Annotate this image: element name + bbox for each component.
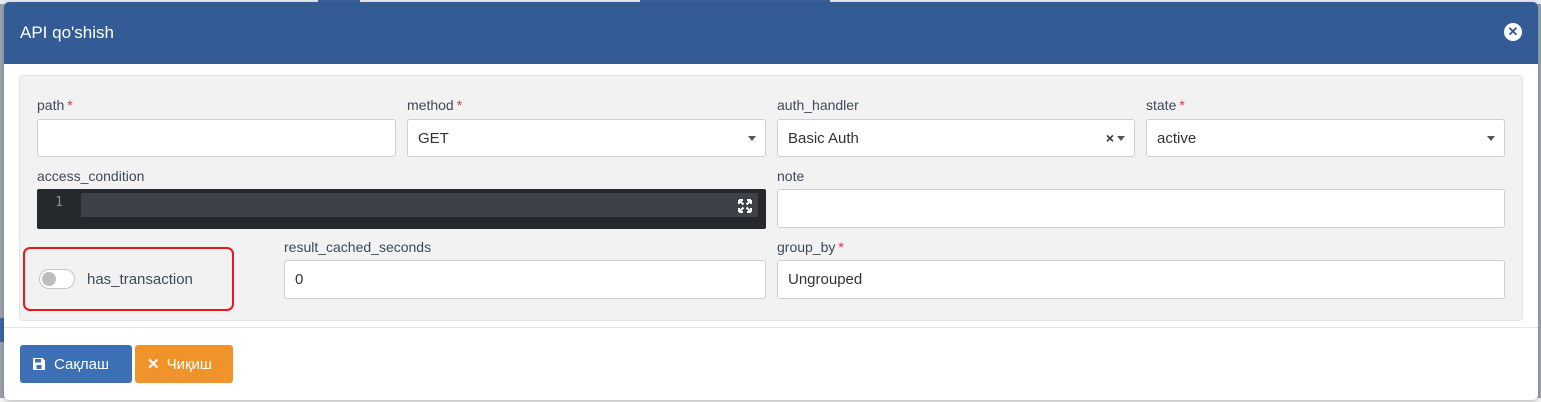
path-field: path * [37,97,73,115]
chevron-down-icon [1487,136,1495,141]
save-button[interactable]: Сақлаш [20,345,132,383]
group-by-label: group_by * [777,239,844,255]
path-input[interactable] [37,119,396,157]
chevron-down-icon [748,136,756,141]
access-condition-label: access_condition [37,168,145,184]
footer-divider [4,327,1538,328]
group-by-field: group_by * [777,239,844,257]
access-condition-editor[interactable]: 1 [37,189,766,229]
method-label: method * [407,97,463,113]
state-select[interactable]: active [1146,119,1505,157]
active-line [81,193,758,217]
chevron-down-icon [1117,136,1125,141]
line-number: 1 [55,195,63,210]
note-field: note [777,168,804,186]
exit-button[interactable]: ✕ Чиқиш [135,345,233,383]
state-label: state * [1146,97,1185,113]
save-icon [33,358,45,370]
note-input[interactable] [777,189,1505,228]
fullscreen-icon[interactable] [738,199,752,213]
result-cached-seconds-field: result_cached_seconds [284,239,431,257]
auth-handler-field: auth_handler [777,97,859,115]
note-label: note [777,168,805,184]
save-label: Сақлаш [54,355,110,373]
result-cached-seconds-label: result_cached_seconds [284,239,432,255]
exit-label: Чиқиш [166,355,212,373]
close-icon[interactable]: ✕ [1504,23,1522,41]
toggle-knob [42,272,56,286]
has-transaction-label: has_transaction [87,271,193,288]
clear-icon[interactable]: × [1106,130,1114,146]
path-label: path * [37,97,73,113]
has-transaction-highlight: has_transaction [23,247,234,311]
state-field: state * [1146,97,1185,115]
modal-title: API qo'shish [20,23,114,42]
access-condition-field: access_condition [37,168,144,186]
form-panel: path * method * GET auth_handler Basic Aut… [19,75,1523,321]
method-field: method * [407,97,462,115]
close-icon: ✕ [147,356,160,373]
api-add-modal: API qo'shish ✕ path * method * GET auth_ha… [4,2,1538,400]
has-transaction-toggle[interactable] [39,269,75,289]
result-cached-seconds-input[interactable]: 0 [284,260,766,299]
auth-handler-label: auth_handler [777,97,859,113]
group-by-input[interactable]: Ungrouped [777,260,1505,299]
auth-handler-select[interactable]: Basic Auth × [777,119,1135,157]
modal-header: API qo'shish ✕ [4,2,1538,64]
method-select[interactable]: GET [407,119,766,157]
